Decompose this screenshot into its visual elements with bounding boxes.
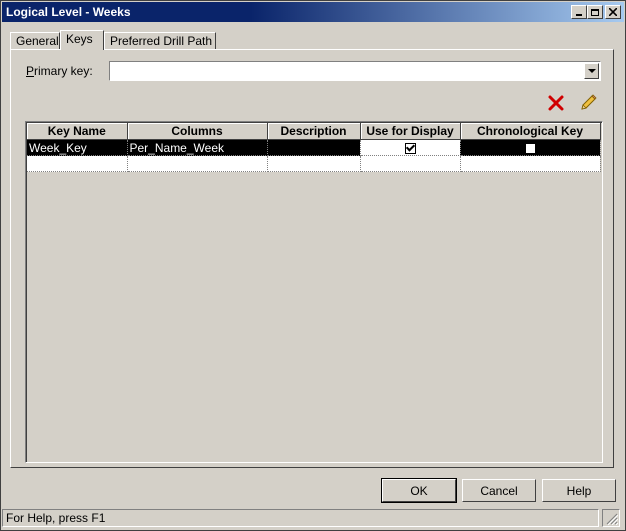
tab-keys-label: Keys: [66, 32, 93, 46]
resize-grip-icon[interactable]: [606, 513, 618, 525]
close-button[interactable]: [605, 5, 621, 19]
status-bar: For Help, press F1: [2, 509, 599, 527]
maximize-button[interactable]: [587, 5, 603, 19]
window-title: Logical Level - Weeks: [6, 5, 131, 19]
chronological-key-checkbox[interactable]: [524, 142, 536, 154]
tab-preferred-drill-path[interactable]: Preferred Drill Path: [104, 32, 216, 49]
cell-use-for-display[interactable]: [360, 139, 461, 156]
primary-key-accelerator: P: [26, 64, 35, 78]
col-header-description[interactable]: Description: [267, 123, 361, 140]
primary-key-select[interactable]: [109, 61, 601, 81]
table-row-new[interactable]: [27, 155, 601, 172]
cell-new-columns[interactable]: [127, 155, 268, 172]
col-header-chronological-key[interactable]: Chronological Key: [460, 123, 601, 140]
cell-description[interactable]: [267, 139, 361, 156]
tab-general[interactable]: General: [10, 32, 60, 49]
cell-new-use-for-display[interactable]: [360, 155, 461, 172]
help-button[interactable]: Help: [542, 479, 616, 502]
minimize-icon: [576, 14, 582, 16]
tab-keys[interactable]: Keys: [60, 30, 104, 50]
use-for-display-checkbox[interactable]: [404, 142, 416, 154]
primary-key-label: Primary key:: [26, 64, 93, 78]
status-text: For Help, press F1: [6, 511, 106, 525]
table-header-row: Key Name Columns Description Use for Dis…: [27, 123, 601, 140]
maximize-icon: [591, 8, 599, 16]
tab-general-label: General: [16, 34, 59, 48]
close-icon: [609, 8, 617, 16]
minimize-button[interactable]: [571, 5, 587, 19]
cell-chronological-key[interactable]: [460, 139, 601, 156]
col-header-key-name[interactable]: Key Name: [27, 123, 128, 140]
col-header-use-for-display[interactable]: Use for Display: [360, 123, 461, 140]
table-row[interactable]: Week_Key Per_Name_Week: [27, 139, 601, 156]
keys-grid[interactable]: Key Name Columns Description Use for Dis…: [25, 121, 603, 463]
col-header-columns[interactable]: Columns: [127, 123, 268, 140]
cancel-button[interactable]: Cancel: [462, 479, 536, 502]
tab-preferred-drill-path-label: Preferred Drill Path: [110, 34, 213, 48]
pencil-edit-icon[interactable]: [578, 93, 598, 113]
keys-table: Key Name Columns Description Use for Dis…: [27, 123, 601, 172]
dropdown-arrow-button[interactable]: [584, 63, 599, 79]
cell-columns[interactable]: Per_Name_Week: [127, 139, 268, 156]
cell-new-description[interactable]: [267, 155, 361, 172]
ok-button[interactable]: OK: [381, 478, 457, 503]
cell-new-key-name[interactable]: [27, 155, 128, 172]
cell-key-name[interactable]: Week_Key: [27, 139, 128, 156]
primary-key-label-text: rimary key:: [34, 64, 93, 78]
delete-icon[interactable]: [547, 94, 565, 112]
title-bar[interactable]: Logical Level - Weeks: [2, 2, 624, 22]
cell-new-chronological-key[interactable]: [460, 155, 601, 172]
